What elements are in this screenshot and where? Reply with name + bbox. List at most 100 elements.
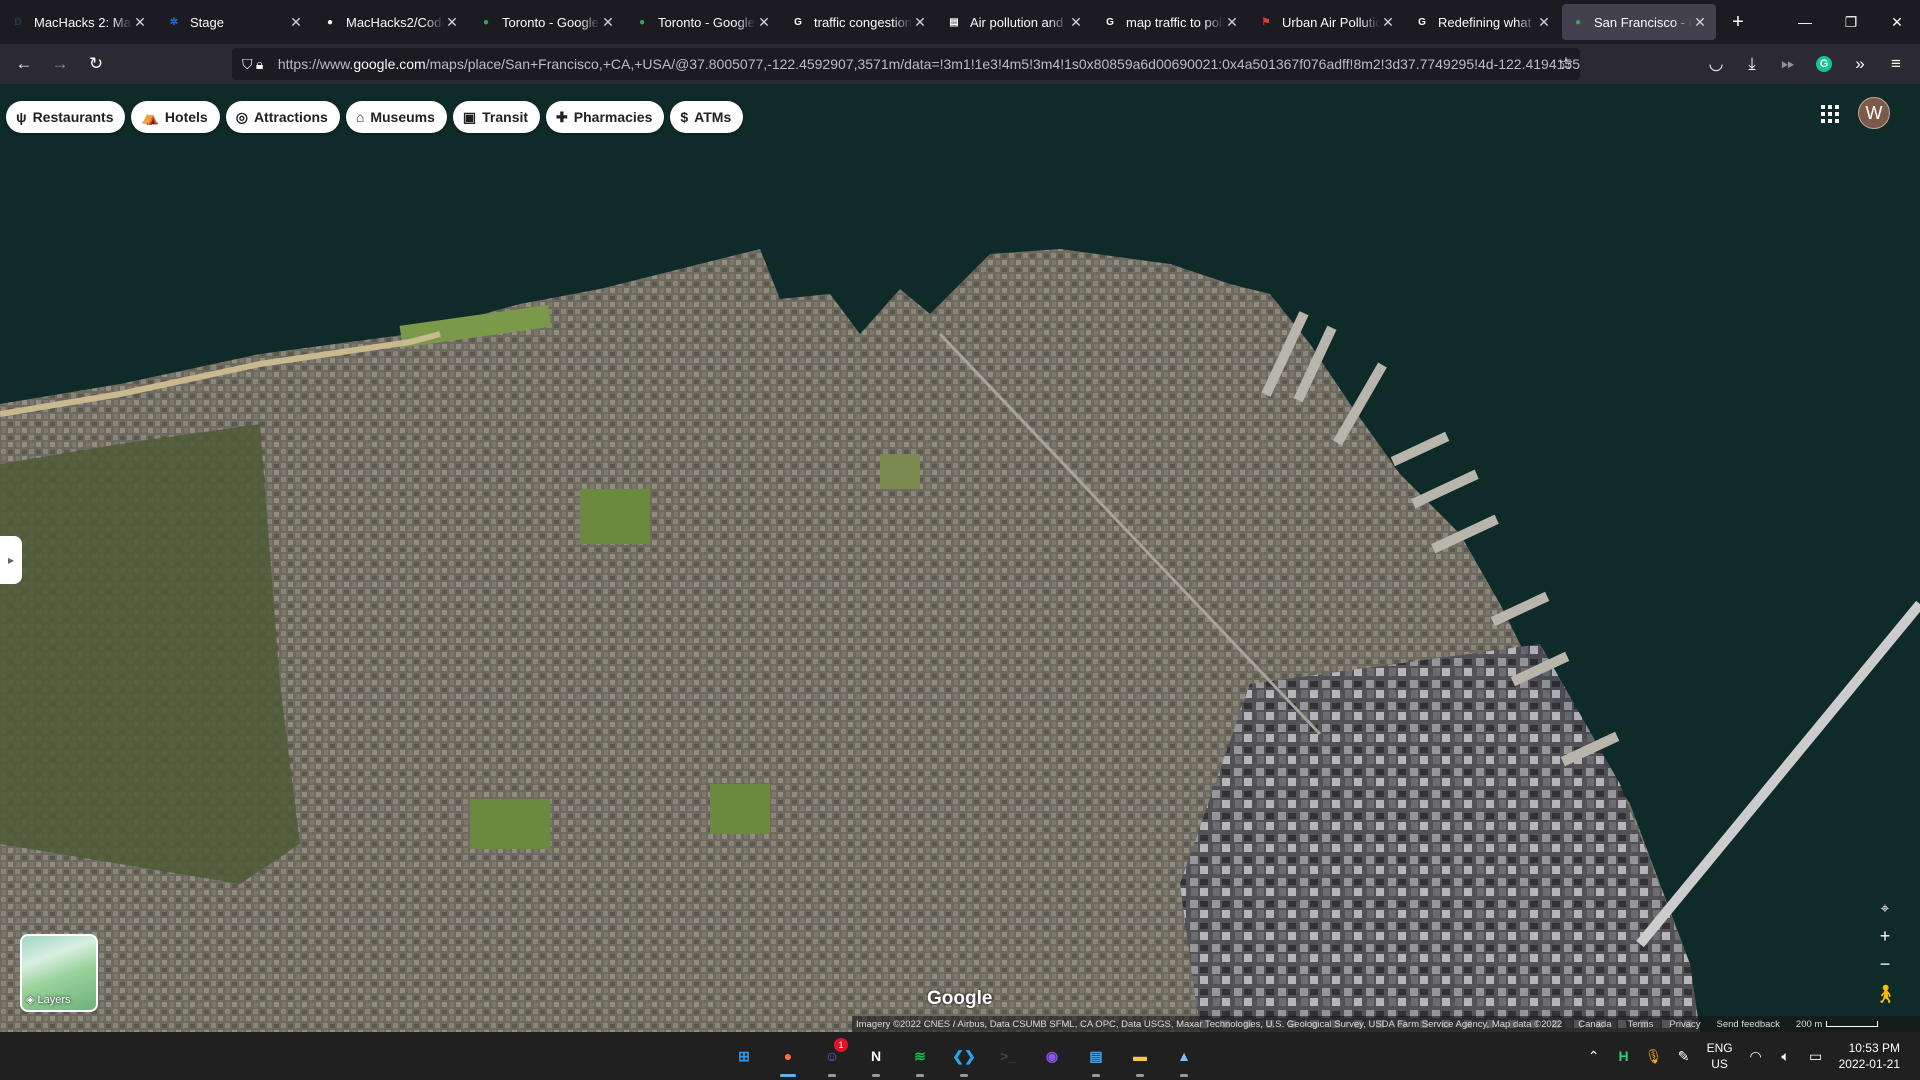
- lock-icon[interactable]: 🔒︎: [256, 56, 270, 73]
- category-chip-attractions[interactable]: ◎ Attractions: [225, 101, 340, 133]
- camera-icon: ◎: [235, 108, 248, 125]
- close-tab-icon[interactable]: ✕: [756, 14, 772, 31]
- close-tab-icon[interactable]: ✕: [600, 14, 616, 31]
- browser-tab[interactable]: G Redefining what a map✕: [1406, 4, 1560, 40]
- close-tab-icon[interactable]: ✕: [1068, 14, 1084, 31]
- file-explorer-icon[interactable]: ▬: [1120, 1032, 1160, 1080]
- new-tab-plus-icon[interactable]: +: [1720, 4, 1756, 40]
- grammarly-icon[interactable]: G: [1806, 48, 1842, 80]
- photos-icon[interactable]: ▲: [1164, 1032, 1204, 1080]
- close-tab-icon[interactable]: ✕: [1692, 14, 1708, 31]
- vscode-icon[interactable]: ❮❯: [944, 1032, 984, 1080]
- windows-taskbar: ⊞ ● ☺ 1 N ≋ ❮❯ >_ ◉ ▤ ▬ ▲ ⌃ H 🎙︎ ✎ ENG US ◠ 🔈︎ ▭ 10…: [0, 1032, 1920, 1080]
- bed-icon: ⛺: [141, 108, 159, 125]
- browser-tab[interactable]: D MacHacks 2: MacHacks✕: [2, 4, 156, 40]
- map-imagery: [0, 249, 1920, 1032]
- show-hidden-icons-chevron-icon[interactable]: ⌃: [1582, 1048, 1606, 1065]
- street-view-pegman-icon[interactable]: 🚶︎: [1874, 984, 1897, 1005]
- reload-icon[interactable]: ↻: [78, 48, 114, 80]
- downtown-area: [1180, 644, 1700, 1032]
- github-desktop-icon[interactable]: ◉: [1032, 1032, 1072, 1080]
- browser-tab[interactable]: ▤ Air pollution and traffic✕: [938, 4, 1092, 40]
- tab-title: MacHacks 2: MacHacks: [34, 14, 132, 30]
- my-location-icon[interactable]: ⌖: [1870, 894, 1900, 922]
- address-bar[interactable]: ⛉ 🔒︎ https://www. google.com/maps/place/S…: [232, 48, 1580, 80]
- close-tab-icon[interactable]: ✕: [1380, 14, 1396, 31]
- google-apps-grid-icon[interactable]: [1816, 100, 1844, 128]
- firefox-icon[interactable]: ●: [768, 1032, 808, 1080]
- discord-icon[interactable]: ☺ 1: [812, 1032, 852, 1080]
- footer-link-send-feedback[interactable]: Send feedback: [1717, 1019, 1780, 1030]
- close-window-icon[interactable]: ✕: [1874, 0, 1920, 44]
- close-tab-icon[interactable]: ✕: [912, 14, 928, 31]
- browser-tab[interactable]: ⚑ Urban Air Pollution ✕: [1250, 4, 1404, 40]
- tab-title: Toronto - Google Maps: [502, 14, 600, 30]
- category-chip-transit[interactable]: ▣ Transit: [452, 101, 541, 133]
- extension-arrow-icon[interactable]: ⏩︎: [1770, 48, 1806, 80]
- footer-link-privacy[interactable]: Privacy: [1669, 1019, 1700, 1030]
- satellite-map[interactable]: ψ Restaurants ⛺ Hotels ◎ Attractions ⌂ Museums ▣…: [0, 84, 1920, 1032]
- layers-label: Layers: [37, 993, 71, 1006]
- minimize-icon[interactable]: —: [1782, 0, 1828, 44]
- footer-link-terms[interactable]: Terms: [1628, 1019, 1654, 1030]
- browser-tab[interactable]: ✲ Stage ✕: [158, 4, 312, 40]
- chip-label: ATMs: [694, 109, 732, 125]
- stage-icon: ✲: [169, 16, 179, 28]
- restore-icon[interactable]: ❐: [1828, 0, 1874, 44]
- tab-title: San Francisco - Google Maps: [1594, 14, 1692, 30]
- account-avatar[interactable]: W: [1858, 97, 1890, 129]
- microphone-icon[interactable]: 🎙︎: [1642, 1048, 1666, 1065]
- bookmark-star-icon[interactable]: ☆: [1548, 48, 1584, 80]
- browser-tab[interactable]: ● San Francisco - Google Maps✕: [1562, 4, 1716, 40]
- browser-tab[interactable]: Gtraffic congestion ✕: [782, 4, 936, 40]
- windows-start-icon[interactable]: ⊞: [724, 1032, 764, 1080]
- browser-tab[interactable]: ● Toronto - Google Maps✕: [470, 4, 624, 40]
- forward-arrow-icon[interactable]: →: [42, 48, 78, 80]
- pen-icon[interactable]: ✎: [1672, 1048, 1696, 1065]
- url-path: /maps/place/San+Francisco,+CA,+USA/@37.8…: [425, 56, 1580, 72]
- volume-icon[interactable]: 🔈︎: [1774, 1048, 1798, 1065]
- browser-tab[interactable]: ● Toronto - Google Maps✕: [626, 4, 780, 40]
- close-tab-icon[interactable]: ✕: [1536, 14, 1552, 31]
- imagery-attribution: Imagery ©2022 CNES / Airbus, Data CSUMB …: [856, 1018, 1563, 1030]
- close-tab-icon[interactable]: ✕: [288, 14, 304, 31]
- google-watermark: Google: [927, 988, 993, 1009]
- pocket-icon[interactable]: ◡: [1698, 48, 1734, 80]
- wifi-icon[interactable]: ◠: [1744, 1048, 1768, 1065]
- language-code: ENG: [1706, 1041, 1733, 1055]
- category-chip-museums[interactable]: ⌂ Museums: [345, 101, 447, 133]
- browser-tab[interactable]: ● MacHacks2/Code ✕: [314, 4, 468, 40]
- zoom-out-button[interactable]: −: [1870, 950, 1900, 978]
- google-icon: G: [1418, 16, 1426, 28]
- tab-title: MacHacks2/Code: [346, 14, 444, 30]
- browser-tab[interactable]: Gmap traffic to pollution✕: [1094, 4, 1248, 40]
- scale-bar[interactable]: 200 m: [1796, 1019, 1879, 1030]
- category-chip-pharmacies[interactable]: ✚ Pharmacies: [546, 101, 665, 133]
- category-chip-atms[interactable]: $ ATMs: [670, 101, 744, 133]
- downloads-icon[interactable]: ⤓: [1734, 48, 1770, 80]
- category-chip-restaurants[interactable]: ψ Restaurants: [6, 101, 126, 133]
- terminal-icon[interactable]: >_: [988, 1032, 1028, 1080]
- overflow-chevrons-icon[interactable]: »: [1842, 48, 1878, 80]
- hwmonitor-tray-icon[interactable]: H: [1612, 1048, 1636, 1064]
- fork-knife-icon: ψ: [16, 109, 27, 125]
- clock[interactable]: 10:53 PM 2022-01-21: [1839, 1040, 1900, 1072]
- spotify-icon[interactable]: ≋: [900, 1032, 940, 1080]
- expand-side-panel-chevron-icon[interactable]: ▸: [0, 536, 22, 584]
- close-tab-icon[interactable]: ✕: [132, 14, 148, 31]
- footer-link-canada[interactable]: Canada: [1578, 1019, 1611, 1030]
- notepad-icon[interactable]: ▤: [1076, 1032, 1116, 1080]
- tracking-shield-icon[interactable]: ⛉: [242, 56, 256, 73]
- battery-icon[interactable]: ▭: [1804, 1048, 1828, 1065]
- layers-button[interactable]: ◈ Layers: [20, 934, 98, 1012]
- close-tab-icon[interactable]: ✕: [1224, 14, 1240, 31]
- google-icon: G: [1106, 16, 1114, 28]
- category-chip-hotels[interactable]: ⛺ Hotels: [131, 101, 220, 133]
- notion-icon[interactable]: N: [856, 1032, 896, 1080]
- close-tab-icon[interactable]: ✕: [444, 14, 460, 31]
- hamburger-menu-icon[interactable]: ≡: [1878, 48, 1914, 80]
- input-language[interactable]: ENG US: [1707, 1040, 1733, 1072]
- back-arrow-icon[interactable]: ←: [6, 48, 42, 80]
- park: [580, 489, 650, 544]
- zoom-in-button[interactable]: +: [1870, 922, 1900, 950]
